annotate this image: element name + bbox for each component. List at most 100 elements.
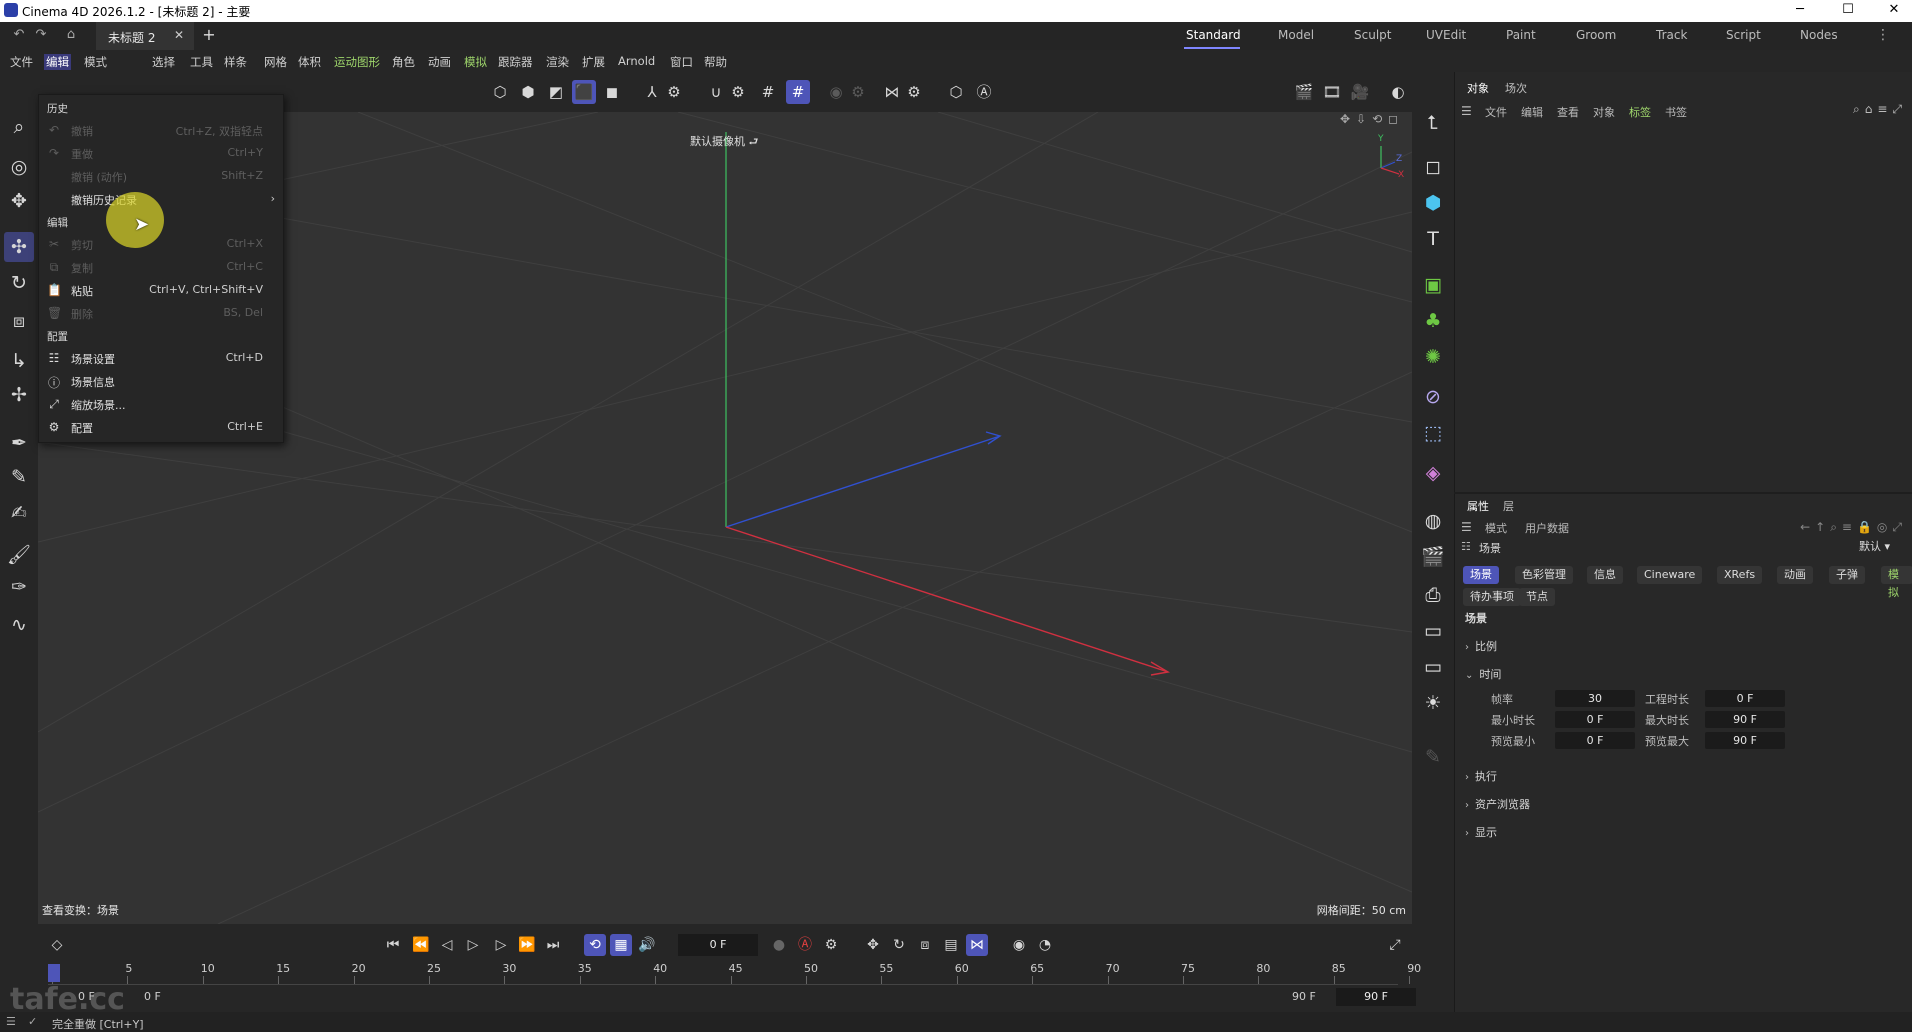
redshift-render-icon[interactable]: ◐ [1386,80,1410,104]
layout-tab-groom[interactable]: Groom [1576,28,1616,42]
menu-5[interactable]: 工具 [188,54,215,70]
om-tab-2[interactable]: 场次 [1505,80,1527,96]
spline-arc-icon[interactable]: ∿ [4,610,34,640]
maximize-button[interactable]: ☐ [1838,2,1858,20]
axis-mode-icon[interactable]: ⅄ [640,80,664,104]
menu-13[interactable]: 跟踪器 [496,54,535,70]
environment-icon[interactable]: ◍ [1420,508,1446,534]
lock-workplane-icon[interactable]: ⬡ [944,80,968,104]
dropdown-item[interactable]: ⤢ 缩放场景... [39,393,283,416]
sound-icon[interactable]: 🔊 [636,934,658,956]
render-camera-icon[interactable]: ▭ [1420,618,1446,644]
attr-chip-2[interactable]: 色彩管理 [1515,566,1573,584]
menu-11[interactable]: 动画 [426,54,453,70]
om-menu-5[interactable]: 标签 [1629,104,1651,120]
range-start-b[interactable]: 0 F [144,990,161,1003]
multi-axis-tool-icon[interactable]: ✢ [4,380,34,410]
key-position-icon[interactable]: ✥ [862,934,884,956]
cube-icon[interactable]: ⬢ [1420,190,1446,216]
menu-4[interactable]: 选择 [150,54,177,70]
uv-mode-icon[interactable]: ◼ [600,80,624,104]
layout-tab-track[interactable]: Track [1656,28,1687,42]
volume-icon[interactable]: ⬚ [1420,420,1446,446]
attr-menu-1[interactable]: 模式 [1485,520,1507,536]
scene-camera-icon[interactable]: ⎙ [1420,582,1446,608]
attr-field-value[interactable]: 90 F [1705,711,1785,728]
loop-icon[interactable]: ⟲ [584,934,606,956]
grid-snap-icon[interactable]: # [756,80,780,104]
add-tab-button[interactable]: + [200,26,218,44]
layout-tab-uvedit[interactable]: UVEdit [1426,28,1466,42]
om-menu-1[interactable]: 文件 [1485,104,1507,120]
key-rotation-icon[interactable]: ↻ [888,934,910,956]
menu-8[interactable]: 体积 [296,54,323,70]
attr-field-value[interactable]: 30 [1555,690,1635,707]
dropdown-item[interactable]: 📋 粘贴 Ctrl+V, Ctrl+Shift+V [39,279,283,302]
speed-icon[interactable]: ◔ [1034,934,1056,956]
edges-mode-icon[interactable]: ◩ [544,80,568,104]
minimize-button[interactable]: ─ [1790,2,1810,20]
attr-chip2-2[interactable]: 节点 [1519,588,1555,606]
dropdown-item[interactable]: ⓘ 场景信息 [39,370,283,393]
camera-icon[interactable]: 🎬 [1420,544,1446,570]
layout-tab-model[interactable]: Model [1278,28,1314,42]
layout-tab-paint[interactable]: Paint [1506,28,1536,42]
empty-object-icon[interactable]: ◻ [1420,154,1446,180]
range-end-b[interactable]: 90 F [1336,988,1416,1006]
attr-field-value[interactable]: 0 F [1555,732,1635,749]
axis-settings-icon[interactable]: ⚙ [662,80,686,104]
transform-tool-icon[interactable]: ✥ [4,186,34,216]
attr-chip-3[interactable]: 信息 [1587,566,1623,584]
generator-icon[interactable]: ▣ [1420,272,1446,298]
auto-record-icon[interactable]: Ⓐ [794,934,816,956]
layout-tab-sculpt[interactable]: Sculpt [1354,28,1391,42]
attr-chip-6[interactable]: 动画 [1777,566,1813,584]
attr-group[interactable]: › 比例 [1465,638,1497,654]
range-end-a[interactable]: 90 F [1292,990,1316,1003]
points-mode-icon[interactable]: ⬢ [516,80,540,104]
record-settings-icon[interactable]: ⚙ [820,934,842,956]
attr-chip-8[interactable]: 模拟 [1881,566,1912,599]
menu-17[interactable]: 窗口 [668,54,695,70]
om-menu-6[interactable]: 书签 [1665,104,1687,120]
camera-label[interactable]: 默认摄像机 ⮐ [690,133,758,152]
om-menu-2[interactable]: 编辑 [1521,104,1543,120]
attr-field-value[interactable]: 0 F [1705,690,1785,707]
spline-pen-icon[interactable]: ✒ [4,428,34,458]
previous-frame-icon[interactable]: ◁ [436,934,458,956]
dropdown-item[interactable]: ⚙ 配置 Ctrl+E [39,416,283,439]
attr-chip-5[interactable]: XRefs [1717,566,1763,584]
timeline-expand-icon[interactable]: ⤢ [1384,934,1406,956]
workplane-snap-icon[interactable]: # [786,80,810,104]
menu-15[interactable]: 扩展 [580,54,607,70]
symmetry-settings-icon[interactable]: ⚙ [846,80,870,104]
record-icon[interactable]: ● [768,934,790,956]
attr-nav-icons[interactable]: ←↑⌕≡🔒◎⤢ [1800,520,1907,535]
redo-icon[interactable]: ↷ [32,26,50,44]
more-options-icon[interactable]: ⋮ [1874,26,1892,44]
coordinate-system-icon[interactable]: ⮤ [1420,110,1446,136]
text-icon[interactable]: T [1420,226,1446,252]
dropdown-item[interactable]: ☷ 场景设置 Ctrl+D [39,347,283,370]
attr-chip2-1[interactable]: 待办事项 [1463,588,1521,606]
key-param-icon[interactable]: ▤ [940,934,962,956]
cloner-icon[interactable]: ♣ [1420,308,1446,334]
attr-chip-7[interactable]: 子弹 [1829,566,1865,584]
menu-12[interactable]: 模拟 [462,54,489,70]
next-key-icon[interactable]: ⏩ [516,934,538,956]
next-frame-icon[interactable]: ▷ [490,934,512,956]
attr-tab-1[interactable]: 属性 [1467,498,1489,514]
paint-brush-icon[interactable]: 🖌 [4,540,34,570]
attr-field-value[interactable]: 90 F [1705,732,1785,749]
playhead[interactable] [48,964,60,982]
attr-chip-4[interactable]: Cineware [1637,566,1703,584]
document-tab[interactable]: 未标题 2 ✕ [96,22,194,50]
home-icon[interactable]: ⌂ [62,26,80,44]
render-view-icon[interactable]: 🎬 [1292,80,1316,104]
attr-group[interactable]: › 显示 [1465,824,1497,840]
layout-tab-nodes[interactable]: Nodes [1800,28,1838,42]
key-pla-icon[interactable]: ⋈ [966,934,988,956]
om-tab-1[interactable]: 对象 [1467,80,1489,96]
hamburger-menu-icon[interactable]: ☰ [1461,104,1472,118]
go-to-start-icon[interactable]: ⏮ [382,934,404,956]
